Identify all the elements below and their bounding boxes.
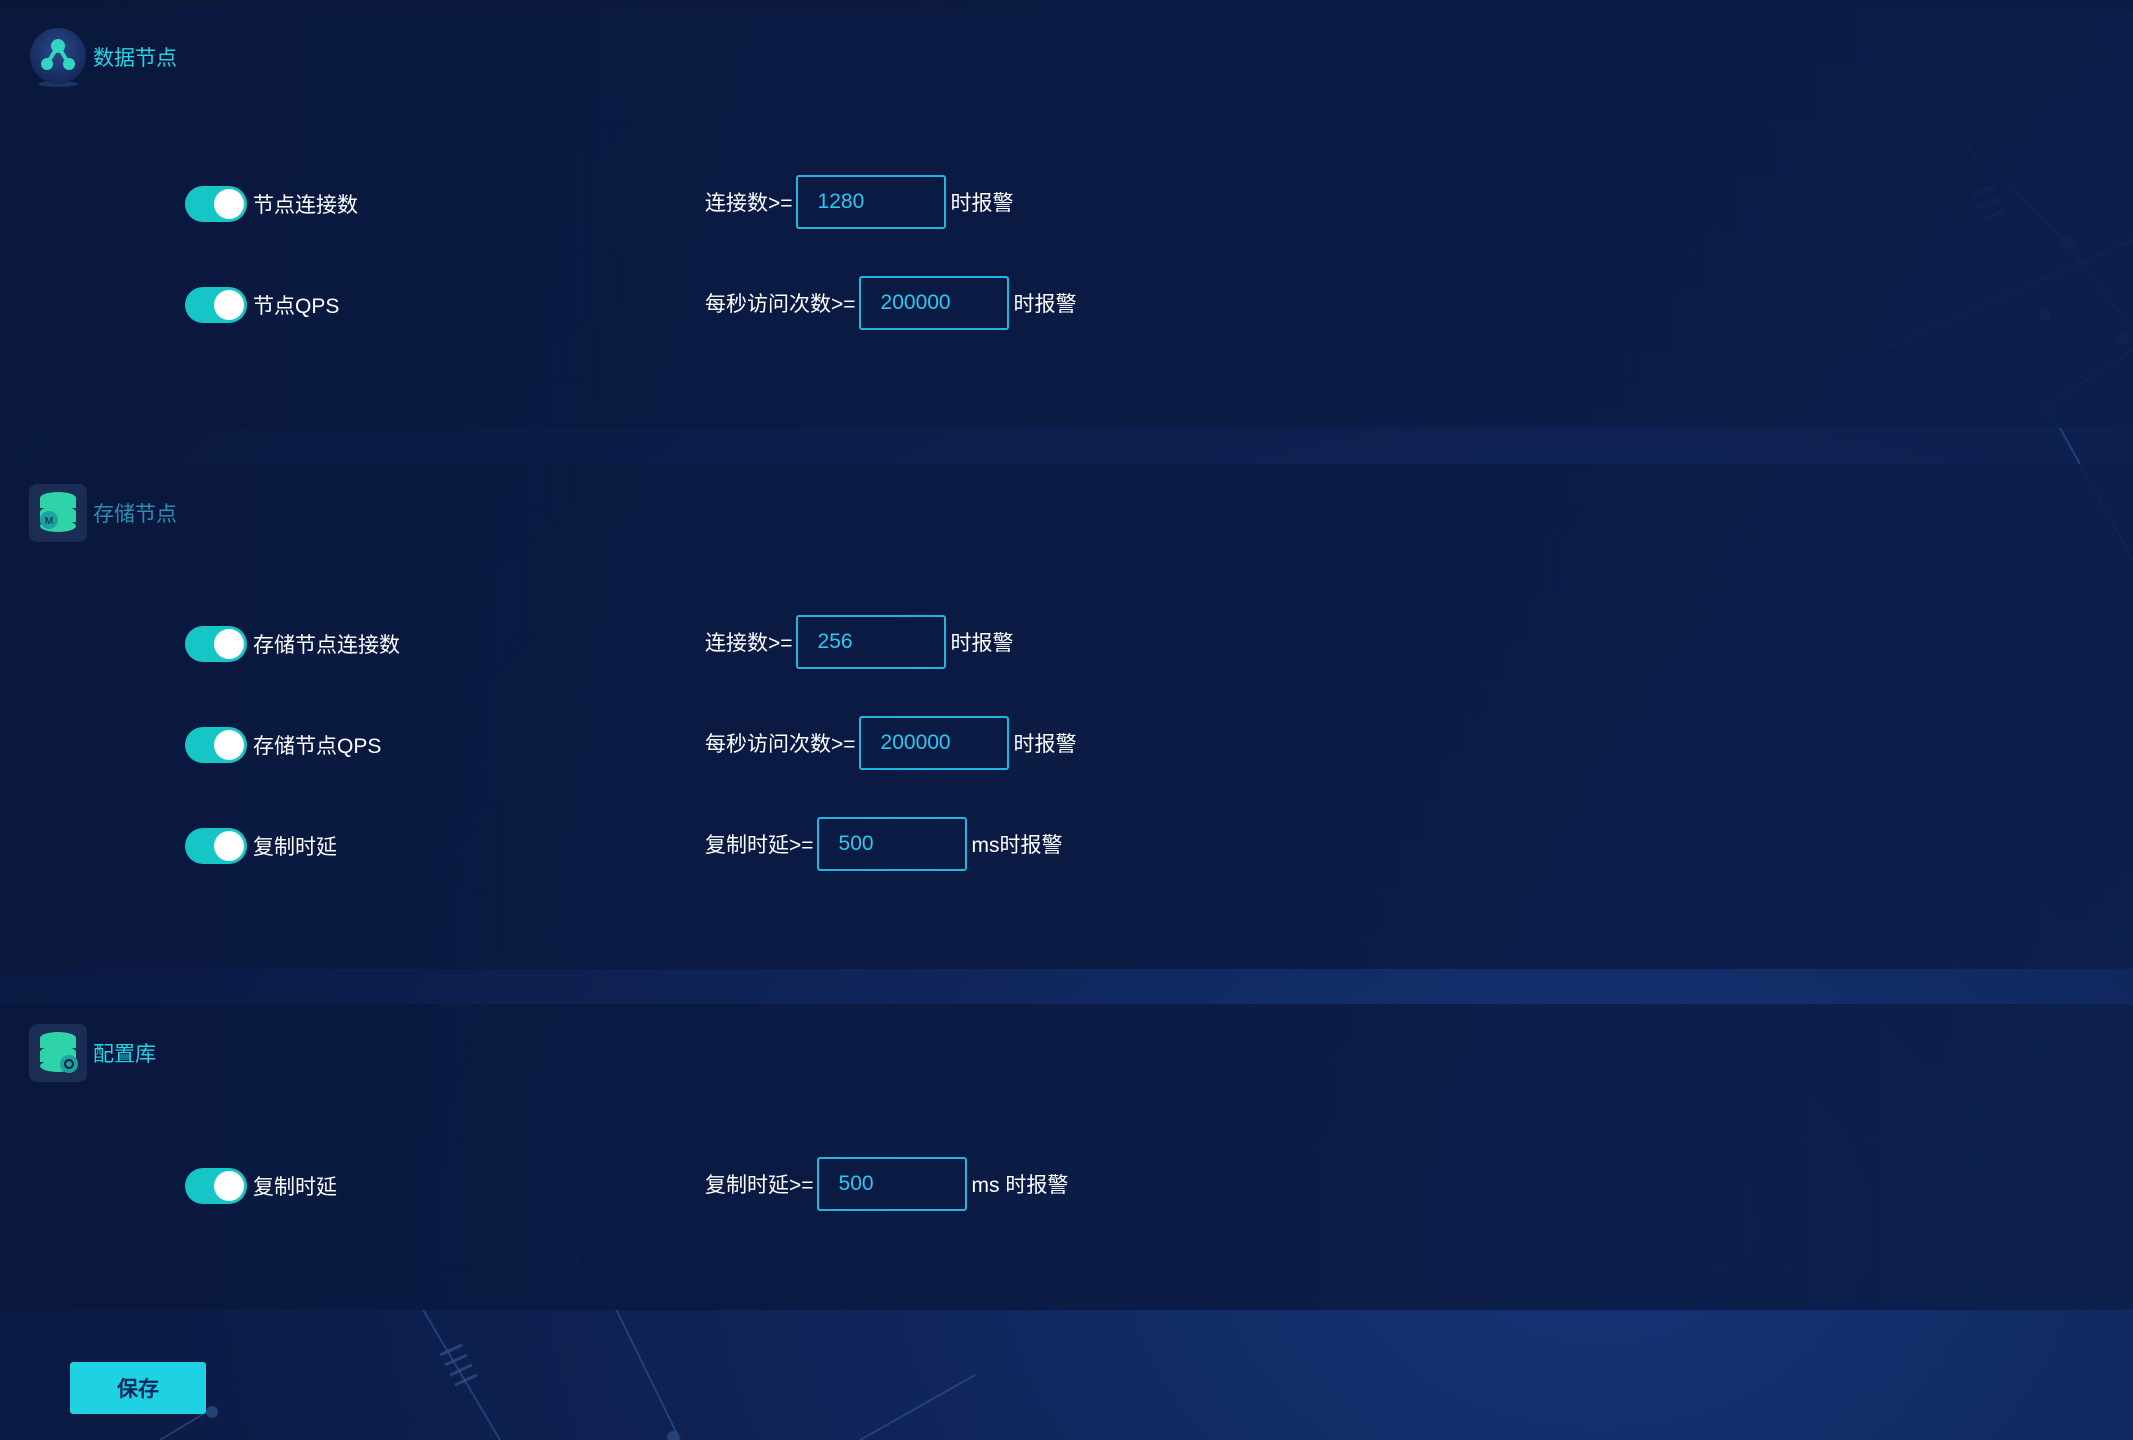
section-title: 存储节点 — [93, 503, 177, 526]
data-node-header: 数据节点 — [27, 26, 177, 88]
threshold-input[interactable] — [816, 817, 967, 871]
database-config-icon — [27, 1022, 89, 1084]
condition-suffix: ms时报警 — [971, 834, 1063, 857]
condition-suffix: 时报警 — [950, 632, 1014, 655]
row-label: 复制时延 — [253, 1176, 337, 1199]
condition-prefix: 连接数>= — [705, 192, 793, 215]
database-master-icon: M — [27, 482, 89, 544]
row-label: 节点连接数 — [253, 194, 358, 217]
enable-toggle[interactable] — [185, 186, 247, 222]
alert-row-node-qps: 节点QPS 每秒访问次数>= 时报警 — [185, 274, 1485, 332]
toggle-knob — [214, 831, 244, 861]
save-button[interactable]: 保存 — [70, 1362, 206, 1414]
threshold-condition: 每秒访问次数>= 时报警 — [705, 274, 1077, 332]
threshold-condition: 复制时延>= ms时报警 — [705, 815, 1063, 873]
section-title: 配置库 — [93, 1043, 156, 1066]
toggle-knob — [214, 290, 244, 320]
enable-toggle[interactable] — [185, 727, 247, 763]
config-db-section: 配置库 复制时延 复制时延>= ms 时报警 — [0, 1004, 2133, 1310]
config-db-header: 配置库 — [27, 1022, 156, 1084]
enable-toggle[interactable] — [185, 828, 247, 864]
toggle-knob — [214, 730, 244, 760]
alert-row-storage-qps: 存储节点QPS 每秒访问次数>= 时报警 — [185, 714, 1485, 772]
threshold-input[interactable] — [816, 1157, 967, 1211]
threshold-input[interactable] — [858, 716, 1009, 770]
condition-suffix: 时报警 — [1013, 733, 1077, 756]
toggle-knob — [214, 1171, 244, 1201]
row-label: 复制时延 — [253, 836, 337, 859]
section-title: 数据节点 — [93, 47, 177, 70]
threshold-condition: 连接数>= 时报警 — [705, 613, 1014, 671]
alert-row-storage-connections: 存储节点连接数 连接数>= 时报警 — [185, 613, 1485, 671]
threshold-input[interactable] — [795, 175, 946, 229]
threshold-input[interactable] — [795, 615, 946, 669]
alert-row-config-replication-delay: 复制时延 复制时延>= ms 时报警 — [185, 1155, 1485, 1213]
threshold-condition: 每秒访问次数>= 时报警 — [705, 714, 1077, 772]
network-nodes-icon — [27, 26, 89, 88]
row-label: 存储节点连接数 — [253, 634, 400, 657]
condition-prefix: 每秒访问次数>= — [705, 733, 856, 756]
threshold-condition: 连接数>= 时报警 — [705, 173, 1014, 231]
condition-suffix: 时报警 — [1013, 293, 1077, 316]
condition-prefix: 每秒访问次数>= — [705, 293, 856, 316]
svg-text:M: M — [45, 516, 53, 527]
condition-suffix: ms 时报警 — [971, 1174, 1069, 1197]
storage-node-header: M 存储节点 — [27, 482, 177, 544]
condition-prefix: 复制时延>= — [705, 834, 814, 857]
threshold-input[interactable] — [858, 276, 1009, 330]
alert-row-node-connections: 节点连接数 连接数>= 时报警 — [185, 173, 1485, 231]
row-label: 节点QPS — [253, 295, 340, 318]
alert-row-replication-delay: 复制时延 复制时延>= ms时报警 — [185, 815, 1485, 873]
condition-prefix: 复制时延>= — [705, 1174, 814, 1197]
enable-toggle[interactable] — [185, 1168, 247, 1204]
toggle-knob — [214, 189, 244, 219]
data-node-section: 数据节点 节点连接数 连接数>= 时报警 节点QPS 每秒访问次数>= 时报警 — [0, 8, 2133, 428]
row-label: 存储节点QPS — [253, 735, 382, 758]
enable-toggle[interactable] — [185, 626, 247, 662]
storage-node-section: M 存储节点 存储节点连接数 连接数>= 时报警 存储节点QPS 每秒访问次数>… — [0, 464, 2133, 969]
condition-suffix: 时报警 — [950, 192, 1014, 215]
enable-toggle[interactable] — [185, 287, 247, 323]
condition-prefix: 连接数>= — [705, 632, 793, 655]
toggle-knob — [214, 629, 244, 659]
threshold-condition: 复制时延>= ms 时报警 — [705, 1155, 1068, 1213]
